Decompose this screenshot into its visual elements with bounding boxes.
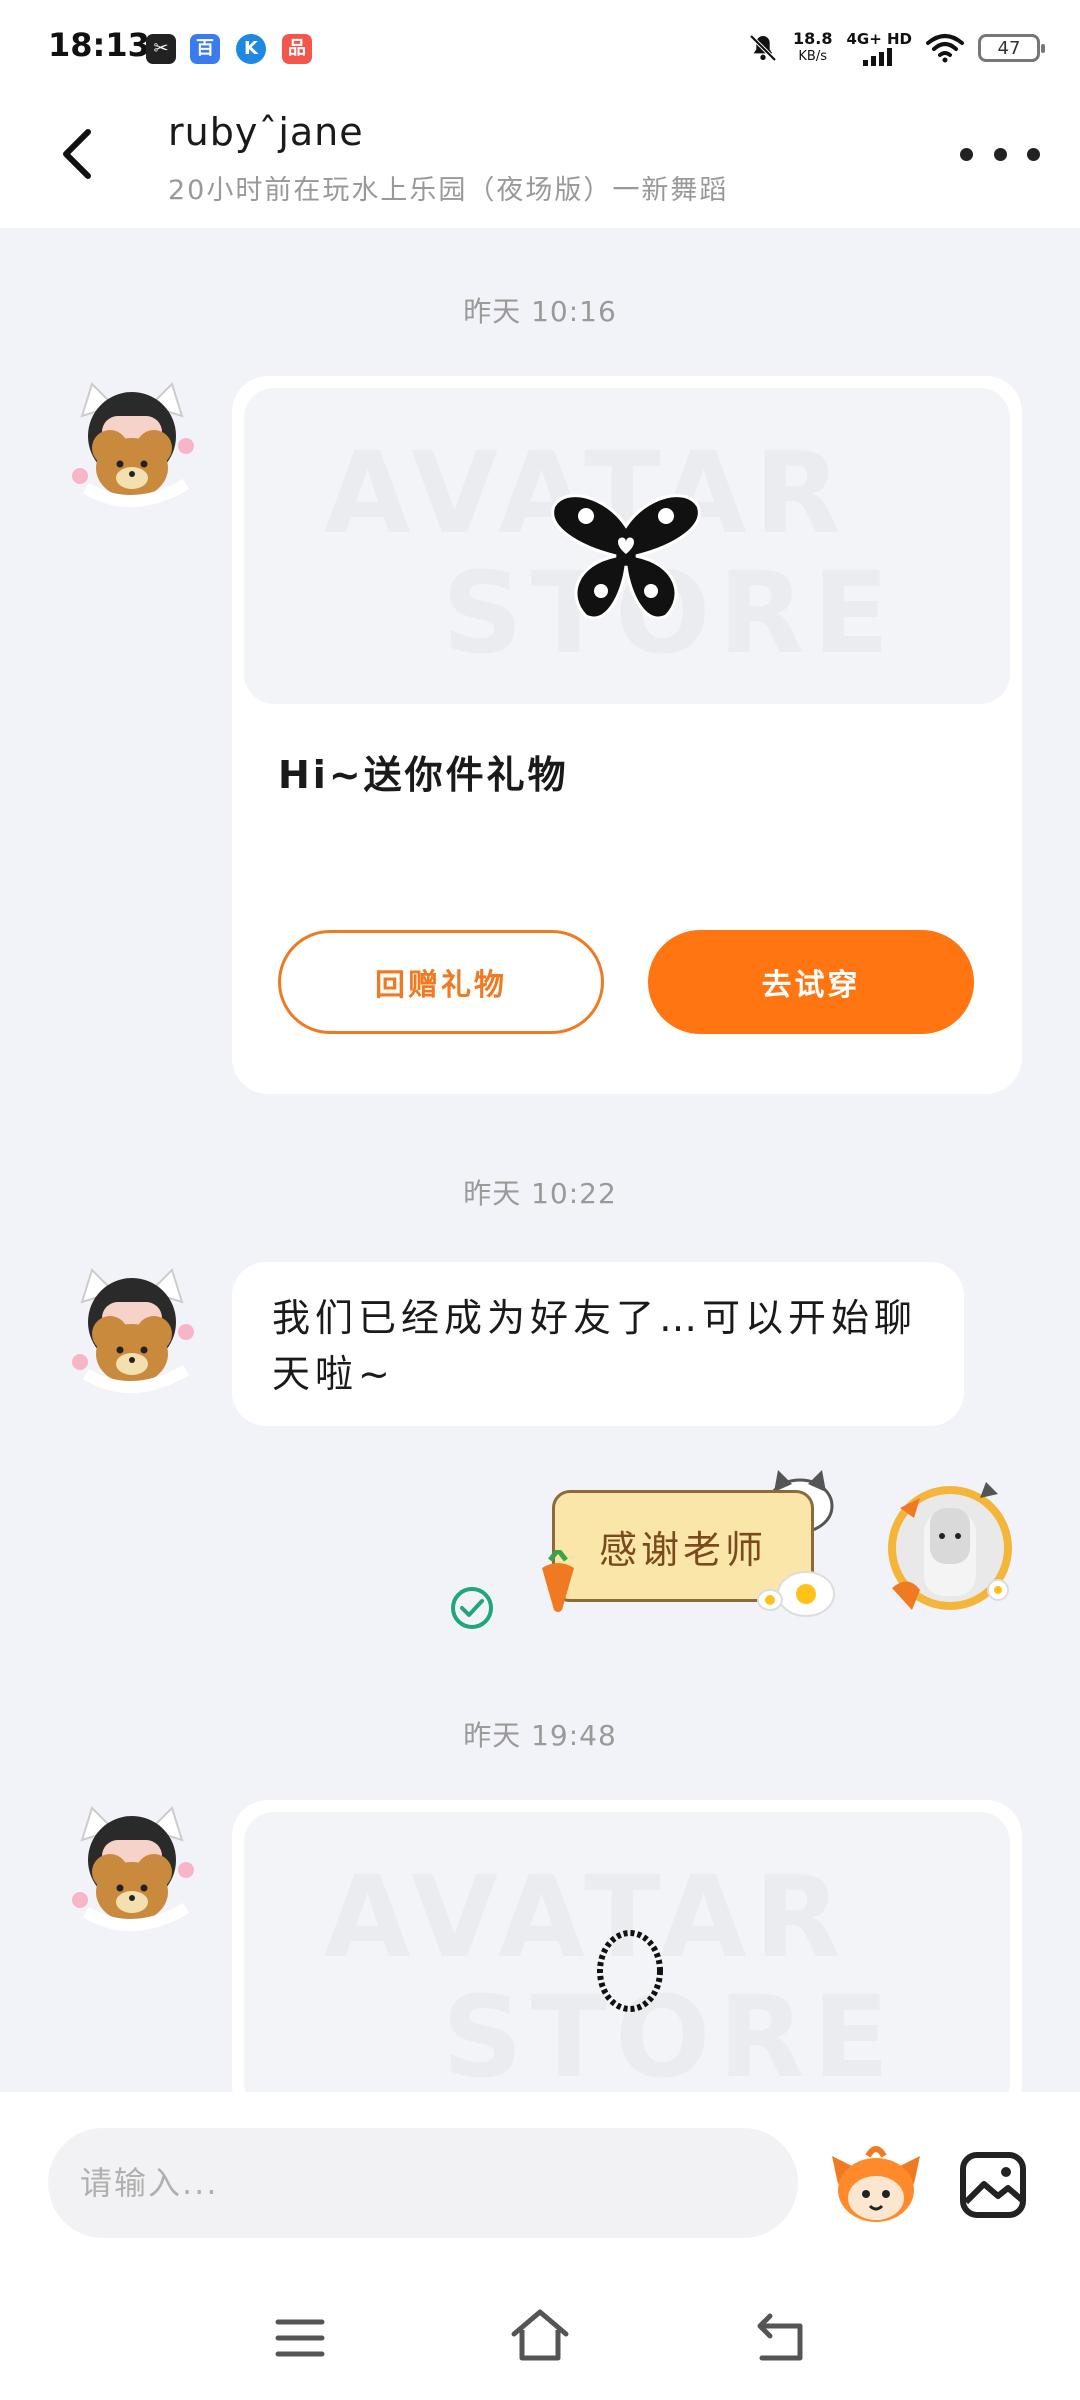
shopping-app-icon: 品 [282, 34, 312, 64]
status-right-group: 18.8 KB/s 4G+ HD 47 [747, 26, 1045, 70]
message-timestamp: 昨天 19:48 [463, 1719, 617, 1752]
watermark-line-1: AVATAR [324, 1853, 849, 1983]
fried-egg-icon [757, 1571, 835, 1617]
friend-avatar[interactable] [62, 376, 202, 516]
chat-header [0, 96, 1080, 228]
message-timestamp: 昨天 10:22 [463, 1177, 617, 1210]
back-arrow-icon[interactable] [48, 122, 112, 186]
battery-level: 47 [997, 37, 1021, 59]
cellular-group: 4G+ HD [846, 30, 912, 66]
sticker-text: 感谢老师 [598, 1527, 767, 1572]
my-avatar[interactable] [880, 1478, 1020, 1618]
network-speed: 18.8 KB/s [793, 30, 832, 66]
more-options-button[interactable] [960, 132, 1040, 176]
more-dot-icon [993, 147, 1007, 161]
app-notification-icon: ✂ [146, 34, 176, 64]
friend-message-bubble: 我们已经成为好友了…可以开始聊天啦~ [232, 1262, 964, 1426]
butterfly-gift-icon [551, 494, 701, 620]
gift-preview-area[interactable]: AVATAR STORE [244, 1812, 1010, 2112]
message-input[interactable] [48, 2128, 798, 2238]
net-speed-unit: KB/s [798, 49, 828, 64]
carrot-icon [542, 1550, 574, 1612]
sent-check-icon [451, 1587, 493, 1629]
return-gift-button[interactable]: 回赠礼物 [278, 930, 604, 1034]
gift-preview-area[interactable]: AVATAR STORE [244, 388, 1010, 704]
hair-tie-gift-icon [597, 1930, 663, 2012]
net-speed-value: 18.8 [792, 29, 833, 48]
wifi-icon [926, 34, 964, 63]
emoji-mascot-icon[interactable] [830, 2142, 922, 2226]
friend-avatar[interactable] [62, 1262, 202, 1402]
signal-bars-icon [863, 48, 893, 66]
more-dot-icon [1027, 147, 1040, 161]
friend-avatar[interactable] [62, 1800, 202, 1940]
message-timestamp: 昨天 10:16 [463, 295, 617, 328]
status-time: 18:13 [48, 26, 150, 64]
nav-menu-icon[interactable] [270, 2308, 330, 2368]
image-picker-icon[interactable] [958, 2150, 1028, 2220]
battery-indicator: 47 [978, 34, 1045, 62]
contact-activity-status: 20小时前在玩水上乐园（夜场版）一新舞蹈 [168, 175, 729, 206]
gift-message-text: Hi~送你件礼物 [278, 753, 569, 797]
more-dot-icon [960, 147, 973, 161]
try-on-button[interactable]: 去试穿 [648, 930, 974, 1034]
baidu-icon: 百 [190, 34, 220, 64]
nav-home-icon[interactable] [508, 2304, 572, 2368]
mute-bell-icon [749, 34, 777, 62]
network-type: 4G+ HD [846, 30, 912, 48]
nav-back-icon[interactable] [750, 2306, 812, 2368]
contact-name[interactable]: rubyˆjane [168, 110, 364, 154]
k-app-icon: K [236, 34, 266, 64]
